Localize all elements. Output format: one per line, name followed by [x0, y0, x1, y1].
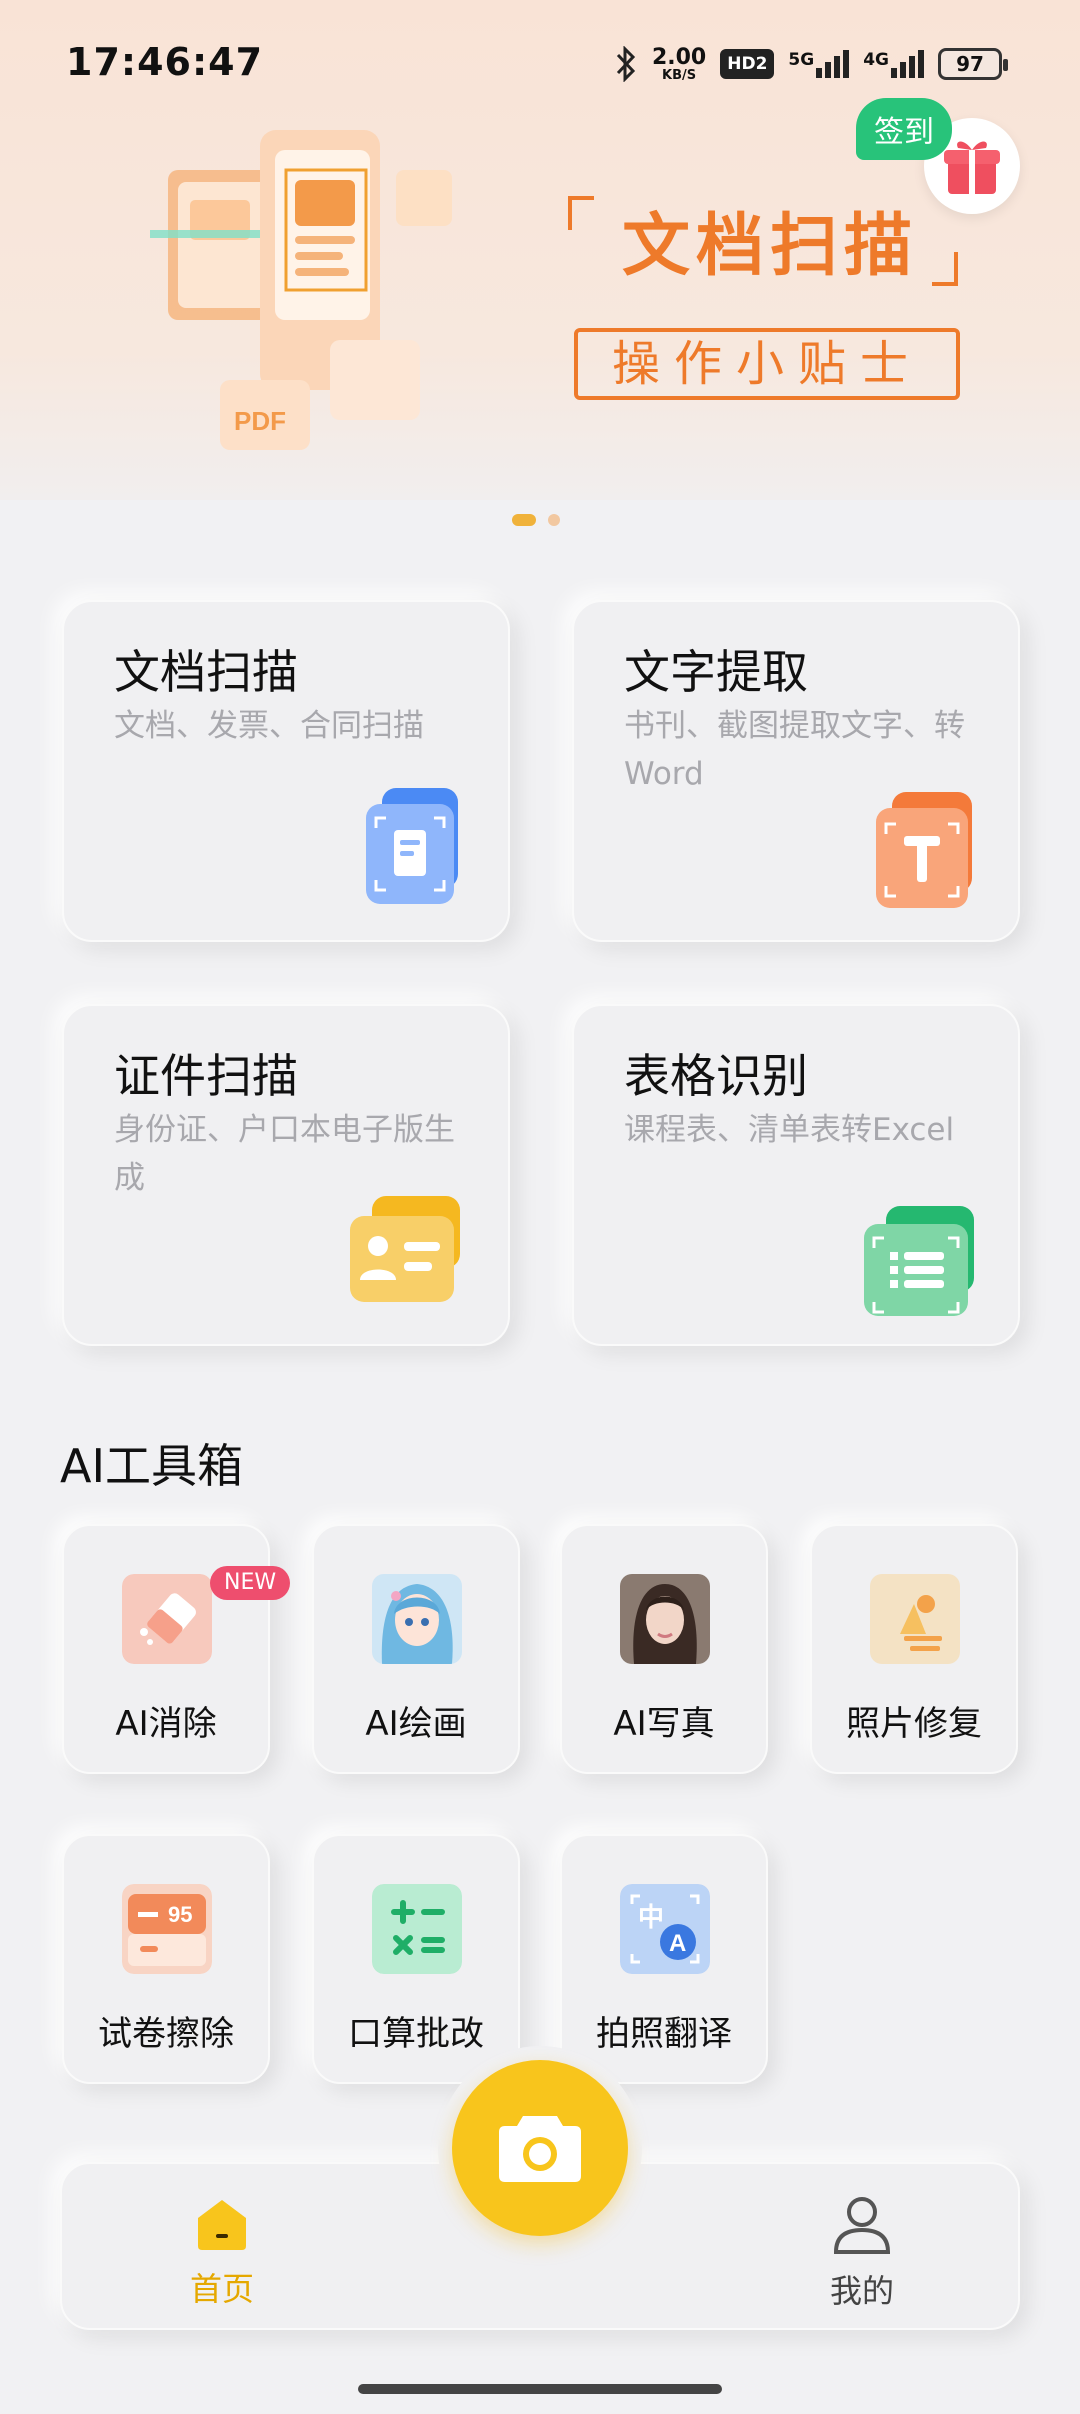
bluetooth-icon [616, 46, 636, 82]
translate-glyph-zh: 中 [638, 1903, 664, 1933]
photo-repair-icon [870, 1574, 960, 1664]
text-extract-icon [876, 792, 972, 908]
tool-label: AI消除 [115, 1704, 217, 1744]
banner-bracket-right [932, 252, 958, 286]
feature-title: 文字提取 [624, 645, 808, 699]
translate-icon: 中 A [620, 1884, 710, 1974]
feature-title: 文档扫描 [114, 645, 298, 699]
feature-desc: 文档、发票、合同扫描 [114, 708, 424, 744]
banner-title: 文档扫描 [621, 207, 918, 286]
tool-photo-repair[interactable]: 照片修复 [810, 1524, 1018, 1774]
feature-title: 证件扫描 [114, 1049, 298, 1103]
pager-dot [548, 514, 560, 526]
battery-icon: 97 [938, 48, 1008, 80]
status-time: 17:46:47 [66, 40, 264, 84]
tool-math-check[interactable]: 口算批改 [312, 1834, 520, 2084]
tool-photo-translate[interactable]: 中 A 拍照翻译 [560, 1834, 768, 2084]
tool-label: 试卷擦除 [98, 2014, 234, 2054]
banner[interactable]: 17:46:47 2.00 KB/S HD2 5G 4G 97 PDF 文档扫描… [0, 0, 1080, 500]
tool-label: 拍照翻译 [596, 2014, 732, 2054]
battery-level: 97 [956, 52, 984, 76]
nav-mine-label: 我的 [829, 2272, 894, 2310]
translate-glyph-a: A [669, 1930, 686, 1957]
net-speed-unit: KB/S [662, 67, 697, 83]
tool-ai-portrait[interactable]: AI写真 [560, 1524, 768, 1774]
document-scan-icon [366, 788, 458, 904]
nav-mine[interactable]: 我的 [782, 2194, 942, 2312]
exam-erase-icon: 95 [122, 1884, 212, 1974]
tool-label: AI写真 [613, 1704, 715, 1744]
signal-4g: 4G [863, 50, 924, 78]
tool-label: AI绘画 [365, 1704, 467, 1744]
pager-dot-active [512, 514, 536, 526]
signal-5g: 5G [788, 50, 850, 78]
camera-icon [499, 2116, 581, 2182]
tool-ai-painting[interactable]: AI绘画 [312, 1524, 520, 1774]
portrait-thumbnail [620, 1574, 710, 1664]
feature-card-table-recognition[interactable]: 表格识别 课程表、清单表转Excel [572, 1004, 1020, 1346]
net-speed: 2.00 KB/S [651, 44, 707, 83]
nav-home-label: 首页 [189, 2270, 254, 2308]
feature-card-document-scan[interactable]: 文档扫描 文档、发票、合同扫描 [62, 600, 510, 942]
math-check-icon [372, 1884, 462, 1974]
exam-score: 95 [168, 1902, 192, 1927]
signal-4g-label: 4G [863, 50, 889, 70]
feature-desc: 课程表、清单表转Excel [624, 1112, 955, 1148]
nav-home[interactable]: 首页 [142, 2194, 302, 2310]
pdf-label: PDF [234, 406, 286, 436]
table-icon [864, 1206, 974, 1316]
feature-desc: 身份证、户口本电子版生成 [114, 1112, 455, 1196]
hd-badge: HD2 [720, 49, 775, 79]
feature-card-id-scan[interactable]: 证件扫描 身份证、户口本电子版生成 [62, 1004, 510, 1346]
banner-subtitle-button[interactable]: 操作小贴士 [574, 328, 960, 400]
home-screen: 17:46:47 2.00 KB/S HD2 5G 4G 97 PDF 文档扫描… [0, 0, 1080, 2414]
ai-toolbox-title: AI工具箱 [60, 1439, 244, 1493]
signal-5g-label: 5G [788, 50, 815, 70]
tool-label: 照片修复 [846, 1704, 982, 1744]
banner-pager [512, 514, 560, 526]
tool-label: 口算批改 [348, 2014, 484, 2054]
home-icon [198, 2200, 246, 2250]
status-icons: 2.00 KB/S HD2 5G 4G 97 [614, 42, 1008, 86]
feature-desc: 书刊、截图提取文字、转Word [624, 708, 965, 792]
new-badge: NEW [210, 1566, 291, 1600]
feature-card-text-extract[interactable]: 文字提取 书刊、截图提取文字、转Word [572, 600, 1020, 942]
signal-bars-icon [891, 50, 924, 78]
anime-girl-thumbnail [372, 1574, 462, 1664]
signal-bars-icon [816, 50, 850, 78]
net-speed-value: 2.00 [651, 44, 707, 70]
document-scan-illustration: PDF [150, 130, 452, 450]
id-card-icon [350, 1196, 460, 1302]
user-icon [833, 2197, 891, 2254]
feature-title: 表格识别 [624, 1049, 808, 1103]
eraser-icon [122, 1574, 212, 1664]
camera-button[interactable] [452, 2060, 628, 2236]
tool-ai-erase[interactable]: NEW AI消除 [62, 1524, 291, 1774]
checkin-button[interactable]: 签到 [856, 98, 952, 160]
tool-exam-erase[interactable]: 95 试卷擦除 [62, 1834, 270, 2084]
home-indicator[interactable] [358, 2384, 722, 2394]
